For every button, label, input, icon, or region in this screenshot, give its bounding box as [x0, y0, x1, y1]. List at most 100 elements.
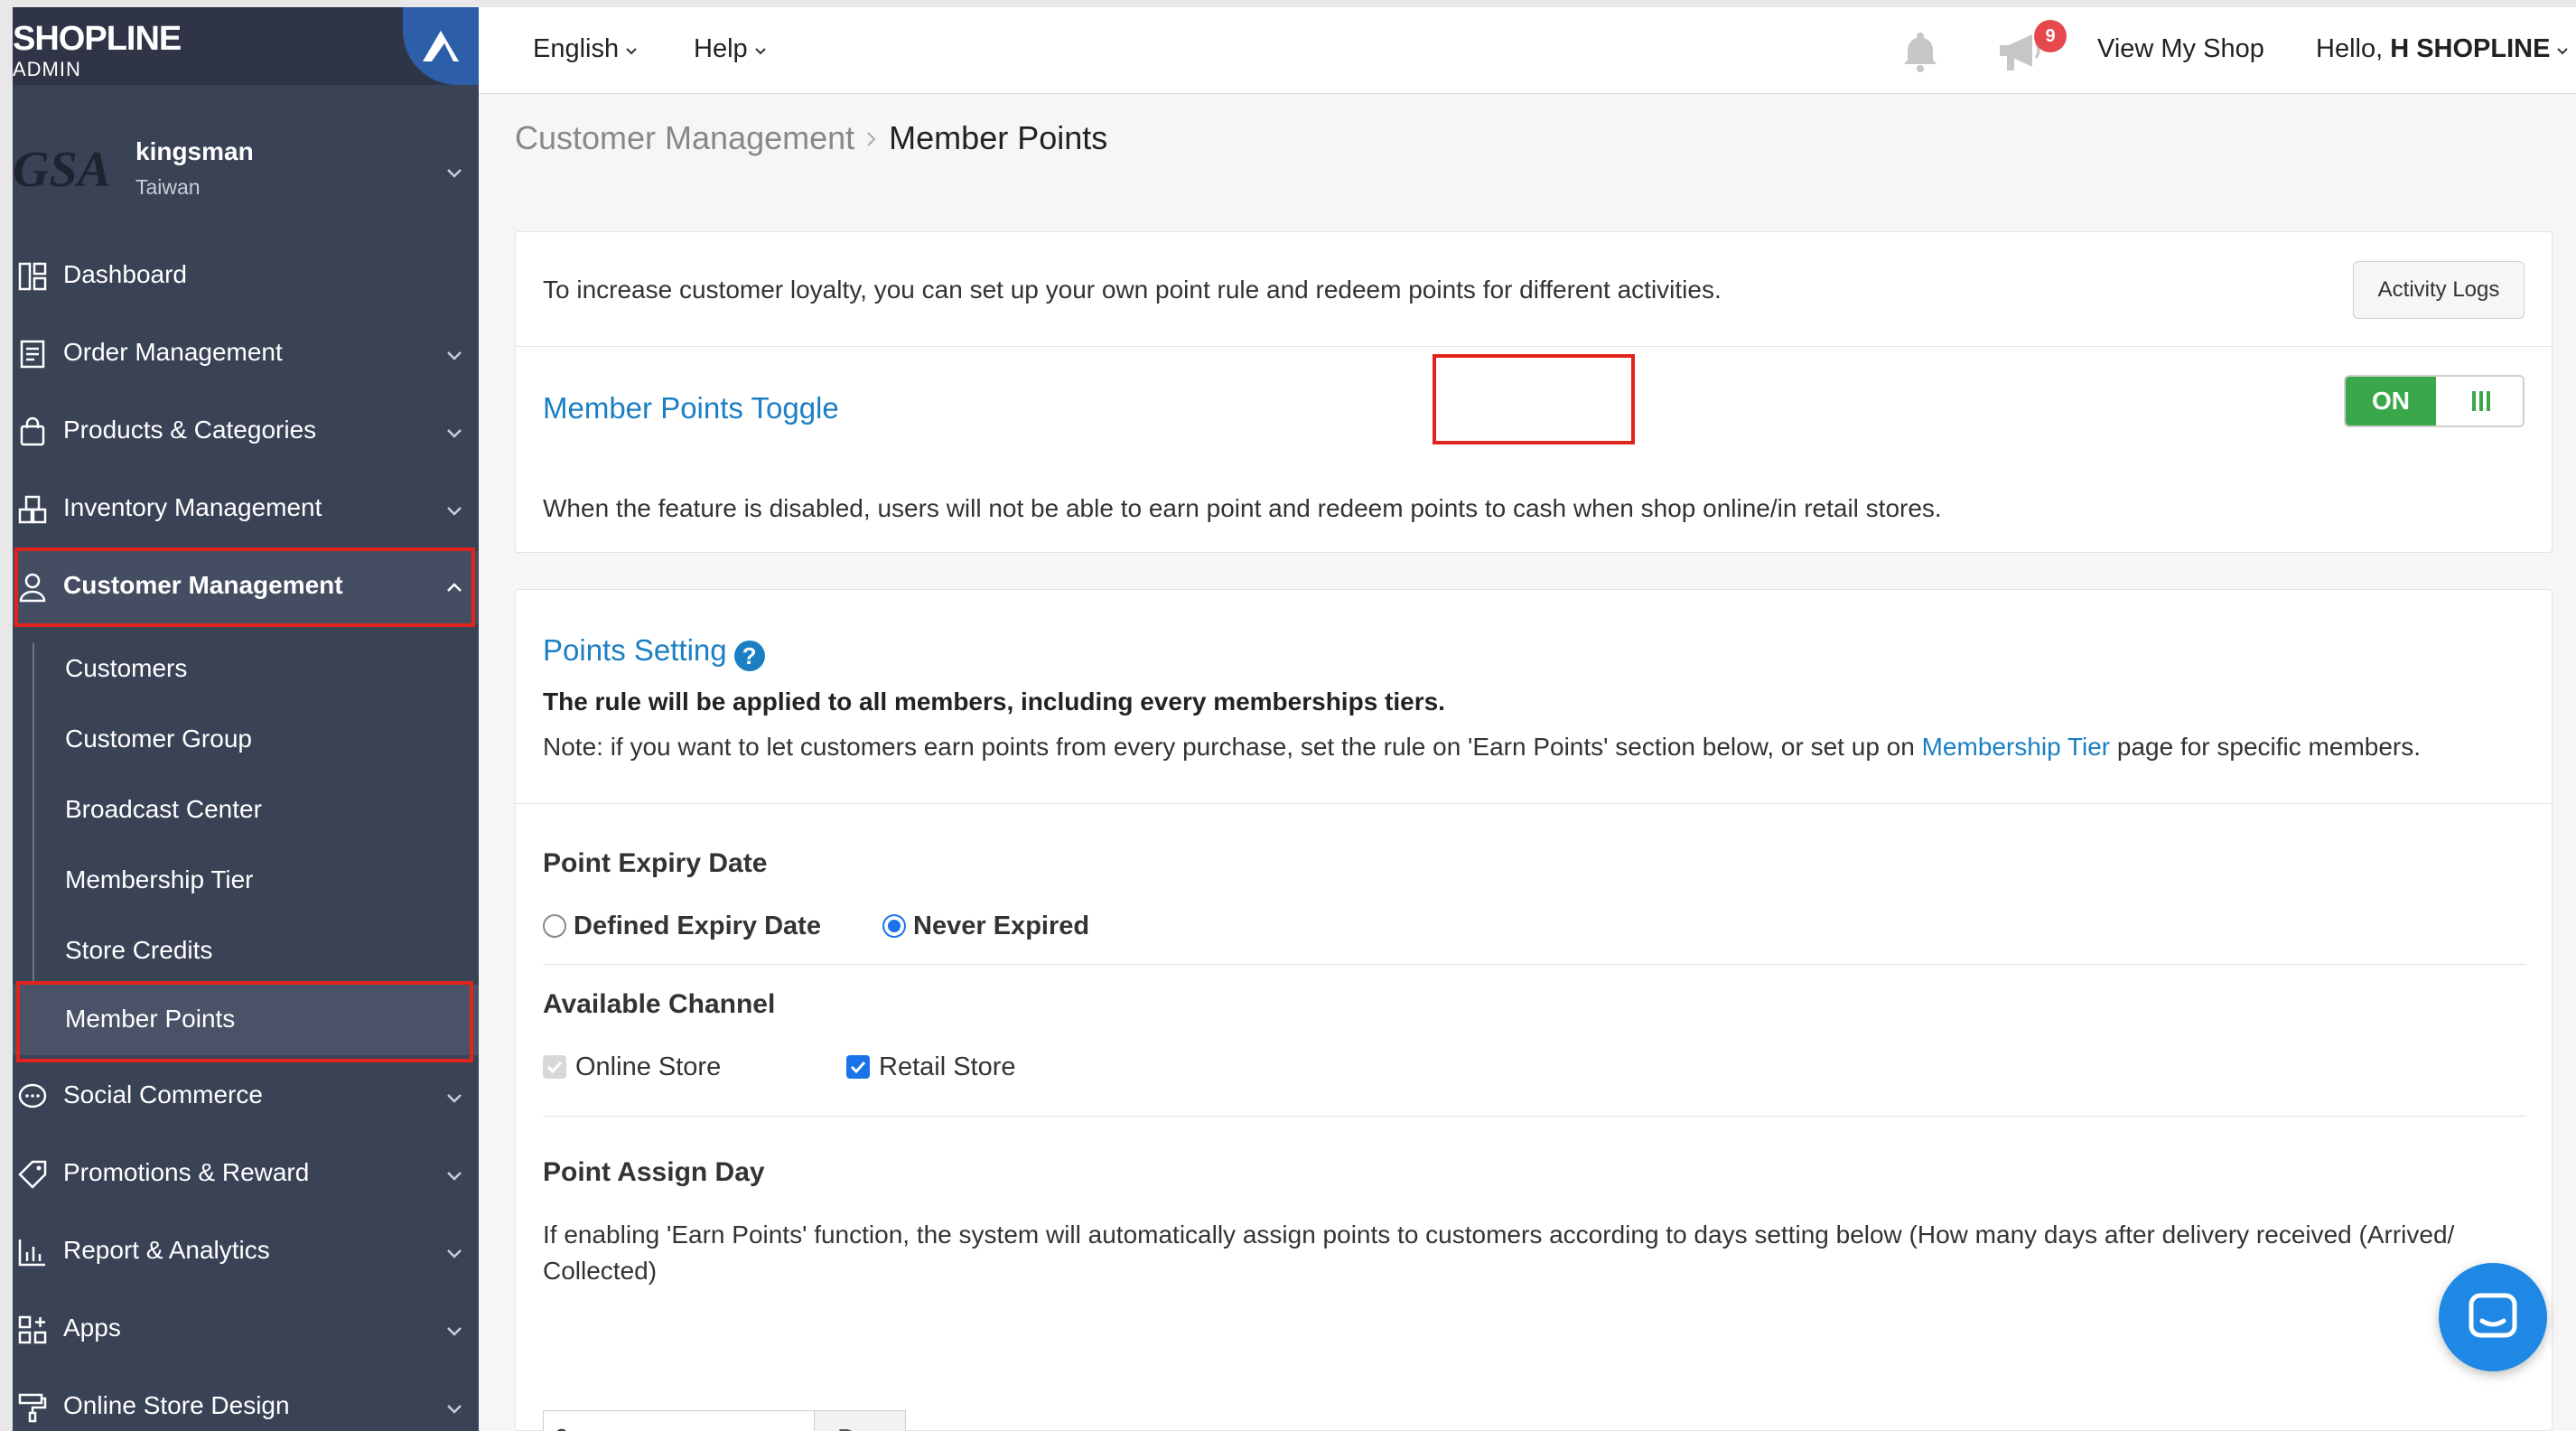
- membership-tier-link[interactable]: Membership Tier: [1922, 733, 2111, 761]
- member-points-toggle[interactable]: ON: [2344, 375, 2525, 427]
- sidebar-subitem-store-credits[interactable]: Store Credits: [13, 916, 479, 987]
- sidebar-item-apps[interactable]: Apps: [13, 1294, 479, 1366]
- toggle-description: When the feature is disabled, users will…: [543, 494, 1942, 522]
- chevron-down-icon: [444, 423, 464, 443]
- chevron-down-icon: [444, 1243, 464, 1263]
- live-chat-button[interactable]: [2439, 1263, 2547, 1371]
- paint-roller-icon: [16, 1391, 49, 1424]
- brand-header: SHOPLINE ADMIN: [13, 7, 479, 85]
- never-expired-label: Never Expired: [913, 912, 1090, 940]
- chevron-right-icon: [863, 119, 880, 157]
- sidebar-item-report-analytics[interactable]: Report & Analytics: [13, 1216, 479, 1288]
- defined-expiry-radio[interactable]: [543, 914, 566, 938]
- chevron-down-icon: [624, 35, 639, 65]
- retail-store-checkbox[interactable]: [846, 1055, 870, 1079]
- store-logo: GSA: [13, 143, 111, 197]
- never-expired-radio[interactable]: [882, 914, 907, 938]
- note-suffix: page for specific members.: [2110, 733, 2422, 761]
- language-dropdown[interactable]: English: [533, 34, 639, 65]
- chevron-down-icon: [753, 35, 768, 65]
- sidebar-subitem-label: Customers: [65, 654, 188, 682]
- help-label: Help: [694, 34, 748, 63]
- user-menu-dropdown[interactable]: Hello, H SHOPLINE: [2316, 34, 2570, 65]
- breadcrumb-current: Member Points: [889, 119, 1108, 156]
- sidebar-item-dashboard[interactable]: Dashboard: [13, 240, 479, 313]
- highlight-member-points: [16, 981, 473, 1062]
- tag-icon: [16, 1158, 49, 1191]
- sidebar-subitem-label: Broadcast Center: [65, 795, 262, 823]
- chevron-down-icon: [444, 345, 464, 365]
- sidebar-subitem-customers[interactable]: Customers: [13, 634, 479, 705]
- view-my-shop-link[interactable]: View My Shop: [2097, 34, 2264, 64]
- notification-count-badge: 9: [2034, 20, 2067, 52]
- available-channel-label: Available Channel: [543, 989, 776, 1019]
- sidebar-item-products-categories[interactable]: Products & Categories: [13, 396, 479, 468]
- toggle-on-label: ON: [2346, 377, 2436, 426]
- sidebar-subitem-broadcast-center[interactable]: Broadcast Center: [13, 775, 479, 846]
- highlight-toggle: [1433, 354, 1635, 444]
- sidebar-subitem-label: Store Credits: [65, 936, 213, 964]
- sidebar-item-inventory-management[interactable]: Inventory Management: [13, 473, 479, 546]
- sidebar-item-promotions-reward[interactable]: Promotions & Reward: [13, 1138, 479, 1211]
- chevron-down-icon: [444, 163, 464, 182]
- breadcrumb-parent[interactable]: Customer Management: [515, 119, 854, 156]
- sidebar-item-label: Online Store Design: [63, 1391, 290, 1419]
- collapse-sidebar-button[interactable]: [403, 7, 479, 85]
- language-label: English: [533, 34, 620, 63]
- member-points-toggle-title: Member Points Toggle: [543, 391, 839, 425]
- chevron-down-icon: [444, 500, 464, 520]
- points-setting-card: Points Setting? The rule will be applied…: [515, 589, 2553, 1431]
- sidebar-subitem-label: Customer Group: [65, 725, 252, 753]
- bell-icon: [1904, 33, 1937, 72]
- point-assign-description: If enabling 'Earn Points' function, the …: [543, 1221, 2455, 1285]
- chat-bubble-icon: [16, 1080, 49, 1113]
- toggle-grip-icon: [2472, 391, 2490, 411]
- sidebar-item-order-management[interactable]: Order Management: [13, 318, 479, 390]
- store-switcher[interactable]: GSA kingsman Taiwan: [13, 125, 479, 224]
- defined-expiry-label: Defined Expiry Date: [574, 912, 821, 940]
- retail-store-label: Retail Store: [879, 1052, 1016, 1081]
- sidebar-subitem-customer-group[interactable]: Customer Group: [13, 705, 479, 775]
- divider: [543, 1116, 2526, 1117]
- notification-bell-button[interactable]: [1897, 27, 1944, 79]
- sidebar-subitem-membership-tier[interactable]: Membership Tier: [13, 846, 479, 916]
- greeting-prefix: Hello,: [2316, 34, 2391, 63]
- chat-icon: [2469, 1293, 2517, 1338]
- defined-expiry-option[interactable]: Defined Expiry Date: [543, 912, 821, 941]
- rule-text: The rule will be applied to all members,…: [543, 687, 1445, 716]
- online-store-option: Online Store: [543, 1052, 721, 1082]
- store-name: kingsman: [135, 137, 254, 165]
- online-store-label: Online Store: [575, 1052, 722, 1081]
- point-assign-day-label: Point Assign Day: [543, 1157, 765, 1187]
- sidebar-item-label: Promotions & Reward: [63, 1158, 310, 1186]
- intro-text: To increase customer loyalty, you can se…: [543, 276, 1722, 304]
- user-name: H SHOPLINE: [2390, 34, 2551, 63]
- help-dropdown[interactable]: Help: [694, 34, 768, 65]
- chevron-down-icon: [444, 1398, 464, 1418]
- points-setting-title: Points Setting?: [543, 633, 765, 671]
- chevron-down-icon: [444, 1321, 464, 1341]
- shopline-logo[interactable]: SHOPLINE: [13, 20, 182, 59]
- boxes-icon: [16, 493, 49, 526]
- sidebar-item-label: Dashboard: [63, 260, 187, 288]
- never-expired-option[interactable]: Never Expired: [882, 912, 1089, 941]
- sidebar-item-online-store-design[interactable]: Online Store Design: [13, 1371, 479, 1431]
- receipt-icon: [16, 338, 49, 370]
- activity-logs-button[interactable]: Activity Logs: [2353, 261, 2525, 319]
- sidebar-item-label: Order Management: [63, 338, 283, 366]
- note-text: Note: if you want to let customers earn …: [543, 733, 2421, 762]
- help-circle-icon[interactable]: ?: [733, 641, 765, 671]
- note-prefix: Note: if you want to let customers earn …: [543, 733, 1922, 761]
- sidebar-item-social-commerce[interactable]: Social Commerce: [13, 1061, 479, 1133]
- bar-chart-icon: [16, 1236, 49, 1268]
- chevron-down-icon: [444, 1165, 464, 1185]
- chevron-down-icon: [2555, 35, 2570, 65]
- retail-store-option[interactable]: Retail Store: [846, 1052, 1016, 1082]
- sidebar-item-label: Inventory Management: [63, 493, 322, 521]
- assign-day-input[interactable]: 0: [543, 1410, 814, 1431]
- day-unit-addon: Day: [814, 1410, 906, 1431]
- sidebar-item-label: Report & Analytics: [63, 1236, 270, 1264]
- mountain-icon: [423, 31, 459, 61]
- sidebar-item-label: Social Commerce: [63, 1080, 263, 1108]
- divider: [543, 964, 2526, 965]
